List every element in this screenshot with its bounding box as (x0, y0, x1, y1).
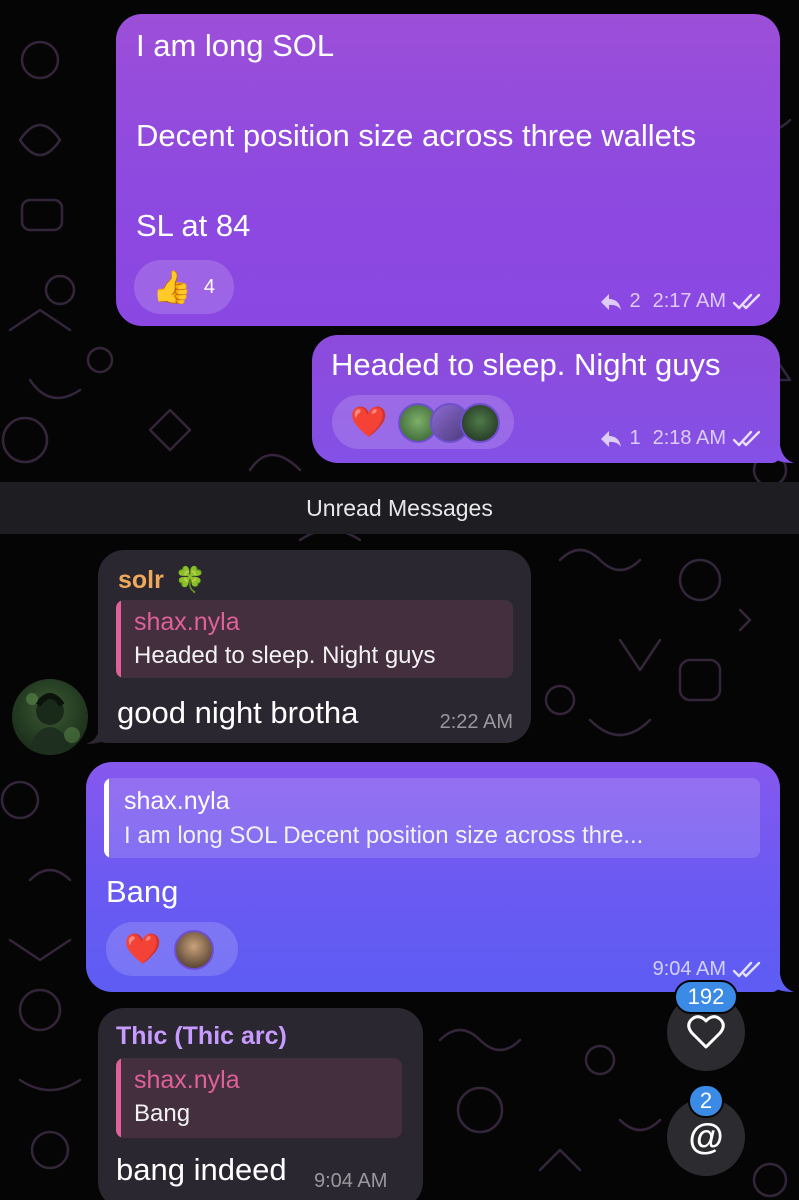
reaction-pill[interactable]: ❤️ (106, 922, 238, 976)
message-time: 2:17 AM (652, 290, 726, 312)
avatar-image (26, 693, 80, 755)
reply-text: Headed to sleep. Night guys (134, 642, 436, 669)
message-text-line: Decent position size across three wallet… (136, 118, 696, 153)
message-text-line: I am long SOL (136, 28, 335, 63)
double-check-icon (732, 293, 761, 309)
message-text: Headed to sleep. Night guys (331, 347, 721, 382)
reply-arrow-icon (601, 293, 622, 310)
double-check-icon (732, 961, 761, 977)
mentions-count-badge: 2 (688, 1084, 724, 1118)
reactions-count-badge: 192 (674, 980, 738, 1014)
sender-name[interactable]: Thic (Thic arc) (116, 1022, 287, 1051)
reaction-count: 4 (203, 275, 215, 298)
message-meta: 1 2:18 AM (599, 427, 764, 450)
reply-arrow-icon (601, 430, 622, 447)
double-check-icon (732, 430, 761, 446)
message-time: 9:04 AM (314, 1170, 388, 1192)
thumbs-up-icon: 👍 (152, 269, 192, 305)
message-time: 2:22 AM (439, 711, 513, 733)
reply-quote[interactable]: shax.nyla Bang (116, 1058, 402, 1138)
bubble-tail (772, 445, 794, 463)
reactor-avatar (460, 403, 500, 443)
message-meta: 2 2:17 AM (599, 290, 764, 313)
incoming-message-bubble[interactable]: solr 🍀 shax.nyla Headed to sleep. Night … (98, 550, 531, 743)
bubble-tail (772, 974, 794, 992)
reactor-avatar (174, 930, 214, 970)
message-text: Bang (106, 874, 179, 909)
reply-author: shax.nyla (134, 608, 240, 636)
sender-name[interactable]: solr 🍀 (118, 566, 206, 595)
message-text: bang indeed (116, 1152, 287, 1187)
message-meta: 9:04 AM (653, 958, 764, 981)
heart-outline-icon (687, 1015, 725, 1049)
bubble-tail (86, 726, 108, 744)
at-sign-icon: @ (688, 1116, 724, 1157)
reply-quote[interactable]: shax.nyla Headed to sleep. Night guys (116, 600, 513, 678)
reply-text: Bang (134, 1100, 191, 1127)
reply-quote[interactable]: shax.nyla I am long SOL Decent position … (104, 778, 760, 858)
outgoing-message-bubble[interactable]: I am long SOL Decent position size acros… (116, 14, 780, 326)
sender-avatar[interactable] (12, 679, 88, 755)
reply-author: shax.nyla (124, 787, 230, 815)
heart-reaction-icon: ❤️ (350, 405, 388, 439)
reply-count: 1 (629, 427, 641, 449)
message-text-line: SL at 84 (136, 208, 251, 243)
reply-count: 2 (629, 290, 641, 312)
message-time: 2:18 AM (652, 427, 726, 449)
clover-icon: 🍀 (174, 566, 206, 594)
outgoing-message-bubble[interactable]: Headed to sleep. Night guys ❤️ 1 2:18 AM (312, 335, 780, 463)
reply-text: I am long SOL Decent position size acros… (124, 822, 644, 849)
incoming-message-bubble[interactable]: Thic (Thic arc) shax.nyla Bang bang inde… (98, 1008, 423, 1200)
message-time: 9:04 AM (652, 958, 726, 980)
reaction-pill[interactable]: 👍 4 (134, 260, 234, 314)
heart-reaction-icon: ❤️ (124, 932, 162, 966)
reply-author: shax.nyla (134, 1066, 240, 1094)
outgoing-message-bubble[interactable]: shax.nyla I am long SOL Decent position … (86, 762, 780, 992)
message-text: good night brotha (117, 695, 359, 730)
unread-messages-divider: Unread Messages (0, 482, 799, 534)
